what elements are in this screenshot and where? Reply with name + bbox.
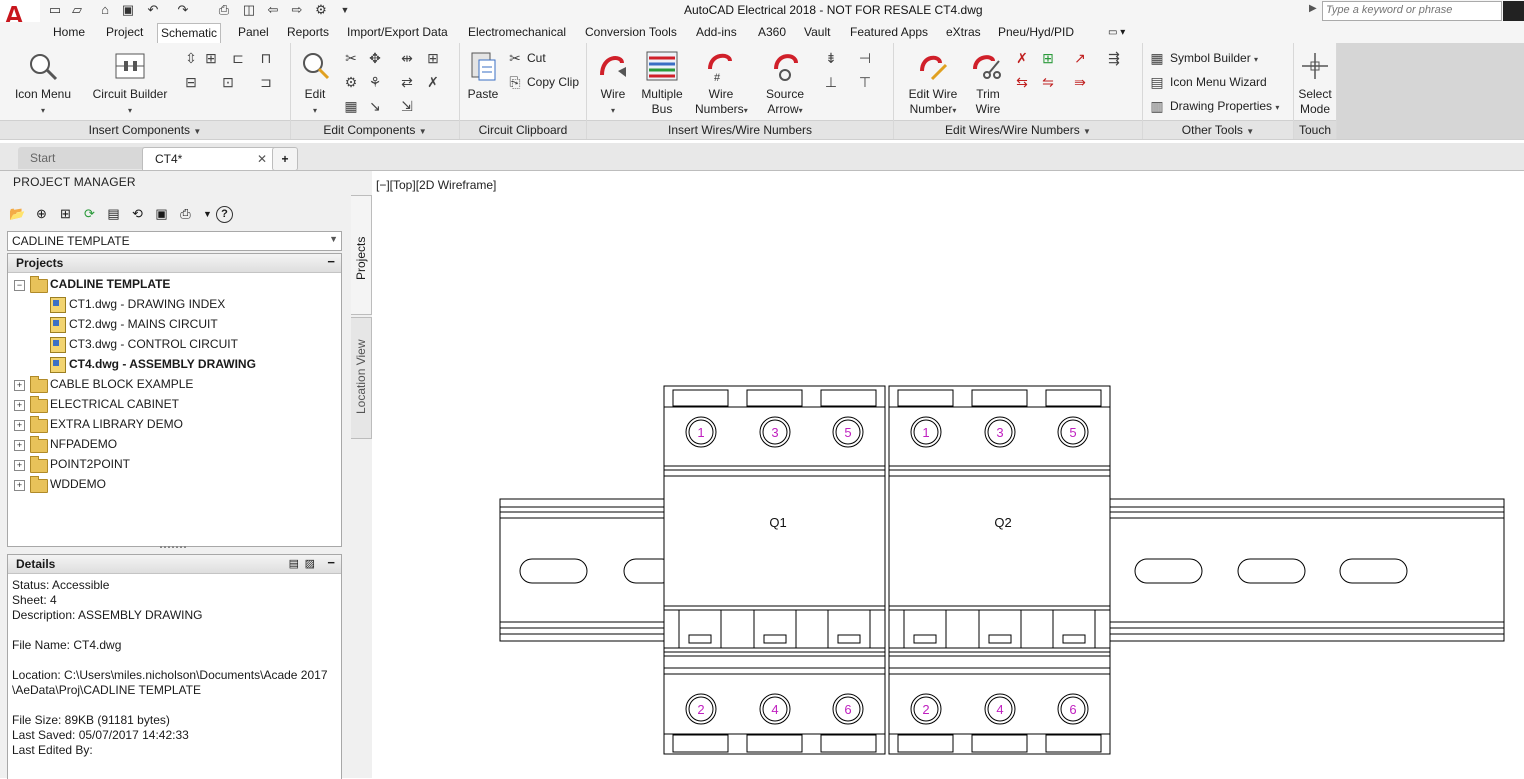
terminal-label: 4 (771, 702, 778, 717)
terminal-label: 3 (771, 425, 778, 440)
terminal-label: 1 (697, 425, 704, 440)
terminal-label: 5 (844, 425, 851, 440)
din-rail-right (1109, 498, 1505, 642)
terminal-label: 1 (922, 425, 929, 440)
terminal-label: 6 (844, 702, 851, 717)
breaker-q1-body (663, 385, 886, 755)
terminal-label: 5 (1069, 425, 1076, 440)
breaker-tag-q2[interactable]: Q2 (994, 515, 1011, 530)
breaker-q2-body (888, 385, 1111, 755)
terminal-label: 4 (996, 702, 1003, 717)
terminal-label: 6 (1069, 702, 1076, 717)
assembly-drawing: Q1 Q2 1 3 5 1 3 5 2 4 6 2 4 6 (499, 385, 1505, 755)
terminal-label: 2 (922, 702, 929, 717)
din-rail-left (499, 498, 675, 642)
terminal-label: 2 (697, 702, 704, 717)
terminal-label: 3 (996, 425, 1003, 440)
breaker-tag-q1[interactable]: Q1 (769, 515, 786, 530)
